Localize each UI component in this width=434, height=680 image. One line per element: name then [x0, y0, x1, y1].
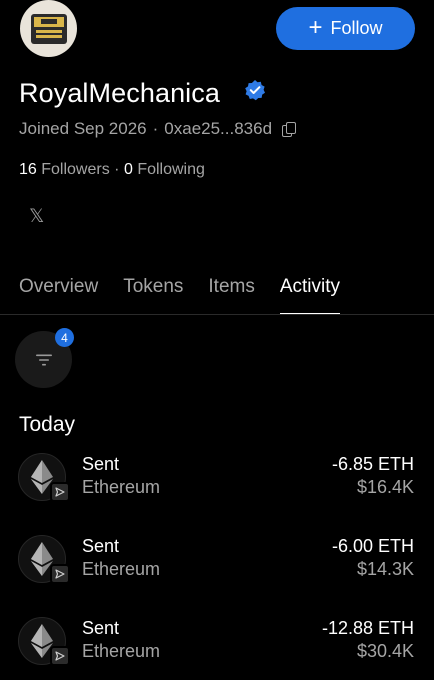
activity-type: Sent — [82, 618, 120, 638]
following-label: Following — [137, 161, 205, 178]
activity-row[interactable]: Sent Ethereum -6.85 ETH $16.4K — [0, 453, 434, 513]
activity-amount: -12.88 ETH — [321, 618, 414, 638]
joined-date: Joined Sep 2026 — [19, 119, 147, 138]
avatar[interactable] — [20, 0, 77, 57]
copy-icon[interactable] — [282, 122, 297, 137]
activity-type: Sent — [82, 536, 120, 556]
activity-amount: -6.00 ETH — [331, 536, 414, 556]
followers-label: Followers — [41, 161, 110, 178]
x-logo-icon[interactable]: 𝕏 — [29, 207, 47, 226]
activity-usd-value: $16.4K — [356, 477, 414, 497]
follow-stats: 16 Followers · 0 Following — [19, 161, 205, 179]
filter-count-badge: 4 — [55, 328, 74, 347]
tab-items[interactable]: Items — [208, 276, 254, 298]
followers-count: 16 — [19, 161, 37, 178]
followers-link[interactable]: 16 Followers — [19, 161, 110, 178]
activity-asset: Ethereum — [82, 559, 161, 579]
activity-row[interactable]: Sent Ethereum -6.00 ETH $14.3K — [0, 535, 434, 595]
following-link[interactable]: 0 Following — [124, 161, 205, 178]
activity-type: Sent — [82, 454, 120, 474]
plus-icon: + — [308, 13, 323, 41]
activity-usd-value: $30.4K — [356, 641, 414, 661]
separator-dot: · — [152, 119, 159, 138]
activity-amount: -6.85 ETH — [331, 454, 414, 474]
send-icon — [50, 482, 70, 502]
verified-badge-icon — [245, 80, 265, 101]
profile-tabs: Overview Tokens Items Activity — [19, 276, 341, 315]
follow-button[interactable]: + Follow — [276, 7, 415, 50]
tab-overview[interactable]: Overview — [19, 276, 98, 298]
send-icon — [50, 646, 70, 666]
filter-icon — [35, 354, 52, 365]
activity-asset: Ethereum — [82, 641, 161, 661]
typewriter-avatar-icon — [30, 13, 67, 44]
send-icon — [50, 564, 70, 584]
tabs-divider — [0, 314, 434, 315]
tab-activity[interactable]: Activity — [279, 276, 341, 315]
activity-usd-value: $14.3K — [356, 559, 414, 579]
profile-subline: Joined Sep 2026 · 0xae25...836d — [19, 119, 297, 139]
following-count: 0 — [123, 161, 133, 178]
wallet-address[interactable]: 0xae25...836d — [164, 119, 272, 139]
activity-asset: Ethereum — [82, 477, 161, 497]
section-title-today: Today — [19, 413, 76, 436]
profile-name: RoyalMechanica — [19, 78, 220, 108]
follow-button-label: Follow — [330, 18, 383, 38]
activity-row[interactable]: Sent Ethereum -12.88 ETH $30.4K — [0, 617, 434, 677]
tab-tokens[interactable]: Tokens — [123, 276, 183, 298]
stats-separator: · — [114, 161, 120, 178]
